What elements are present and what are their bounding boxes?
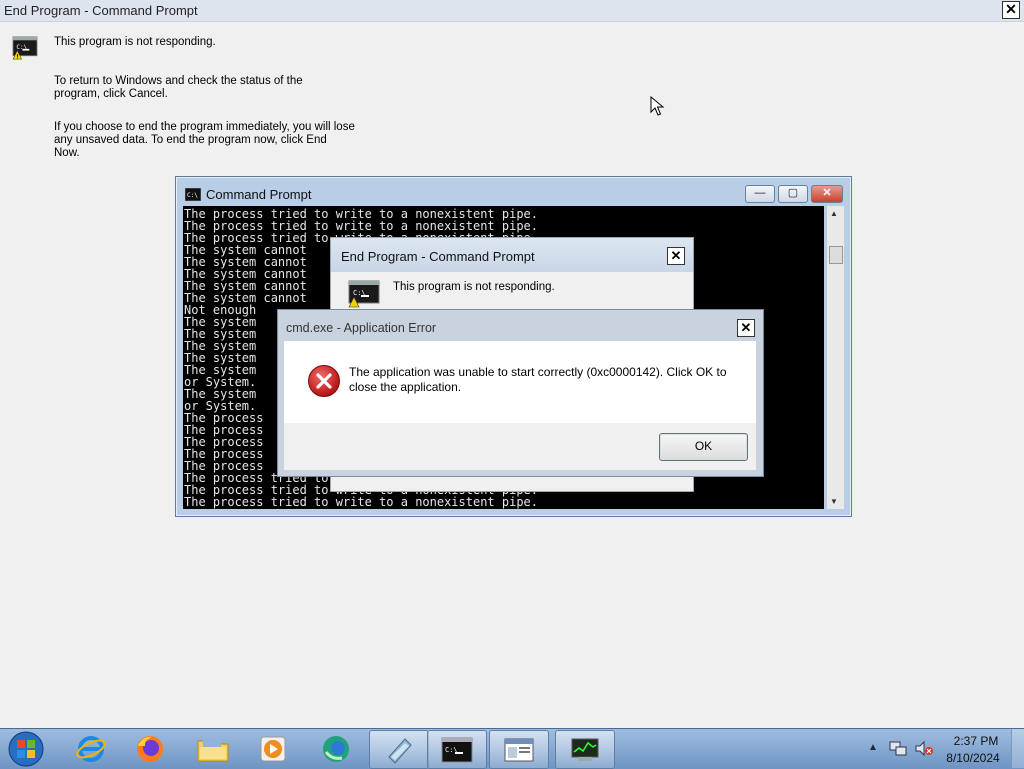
taskbar: C:\ ▲ 2:37 PM 8/10/2024	[0, 728, 1024, 769]
error-dialog-footer: OK	[284, 423, 756, 470]
internet-explorer-icon	[76, 736, 106, 762]
error-message-line2: close the application.	[349, 380, 462, 394]
taskbar-firefox[interactable]	[121, 730, 179, 767]
show-desktop-button[interactable]	[1011, 729, 1024, 768]
command-prompt-icon: C:\	[441, 737, 473, 763]
scroll-up-arrow-icon[interactable]: ▲	[830, 209, 838, 218]
end-program-close-button[interactable]: ✕	[667, 247, 685, 265]
error-dialog-body: The application was unable to start corr…	[284, 341, 756, 423]
top-cancel-text-line1: To return to Windows and check the statu…	[54, 75, 303, 87]
folder-icon	[197, 738, 229, 762]
console-warning-icon: C:\ !	[12, 36, 38, 60]
taskbar-internet-explorer[interactable]	[62, 730, 120, 767]
taskbar-file-explorer[interactable]	[184, 730, 242, 767]
taskbar-media-player[interactable]	[244, 730, 302, 767]
task-manager-icon	[571, 738, 599, 761]
application-error-dialog: cmd.exe - Application Error ✕ The applic…	[277, 309, 764, 477]
error-message-line1: The application was unable to start corr…	[349, 365, 727, 379]
svg-text:!: !	[16, 54, 18, 60]
edge-icon	[323, 736, 349, 762]
error-dialog-title: cmd.exe - Application Error	[286, 321, 437, 335]
cmd-close-button[interactable]: ✕	[811, 185, 843, 203]
error-x-icon	[308, 365, 340, 397]
top-endnow-text-line2: any unsaved data. To end the program now…	[54, 134, 327, 146]
firefox-icon	[137, 736, 163, 762]
top-window-close-button[interactable]: ✕	[1002, 1, 1020, 19]
top-cancel-text-line2: program, click Cancel.	[54, 88, 168, 100]
minimize-button[interactable]: —	[745, 185, 775, 203]
taskbar-edge[interactable]	[307, 730, 365, 767]
top-not-responding-text: This program is not responding.	[54, 36, 216, 48]
maximize-button[interactable]: ▢	[778, 185, 808, 203]
network-icon[interactable]	[889, 740, 907, 757]
clock-date[interactable]: 8/10/2024	[940, 751, 1006, 765]
error-message: The application was unable to start corr…	[349, 365, 739, 395]
console-icon: C:\	[185, 188, 201, 201]
end-program-titlebar: End Program - Command Prompt ✕	[331, 238, 693, 272]
scroll-down-arrow-icon[interactable]: ▼	[830, 497, 838, 506]
window-icon	[504, 738, 534, 762]
top-endnow-text-line3: Now.	[54, 147, 80, 159]
ok-button[interactable]: OK	[659, 433, 748, 461]
mouse-cursor-icon	[650, 96, 665, 116]
volume-muted-icon[interactable]	[914, 740, 934, 757]
taskbar-app-window[interactable]	[369, 730, 429, 769]
end-program-title: End Program - Command Prompt	[341, 249, 535, 264]
svg-text:C:\: C:\	[187, 192, 198, 199]
media-player-icon	[260, 736, 286, 762]
taskbar-command-prompt[interactable]: C:\	[427, 730, 487, 769]
start-orb-icon[interactable]	[6, 730, 46, 768]
app-window-icon	[388, 738, 412, 764]
console-warning-icon: C:\	[348, 280, 380, 308]
taskbar-task-manager[interactable]	[555, 730, 615, 769]
error-dialog-close-button[interactable]: ✕	[737, 319, 755, 337]
tray-chevron-icon[interactable]: ▲	[868, 742, 878, 753]
top-window-title: End Program - Command Prompt	[4, 3, 198, 18]
top-endnow-text-line1: If you choose to end the program immedia…	[54, 121, 355, 133]
taskbar-dialog-window[interactable]	[489, 730, 549, 769]
clock-time[interactable]: 2:37 PM	[946, 734, 1006, 748]
top-window-titlebar: End Program - Command Prompt	[0, 0, 1024, 22]
command-prompt-title: Command Prompt	[206, 187, 312, 202]
end-program-message: This program is not responding.	[393, 281, 555, 293]
scrollbar-thumb[interactable]	[829, 246, 843, 264]
console-scrollbar[interactable]: ▲ ▼	[826, 206, 844, 509]
console-line: The process tried to write to a nonexist…	[184, 495, 539, 509]
